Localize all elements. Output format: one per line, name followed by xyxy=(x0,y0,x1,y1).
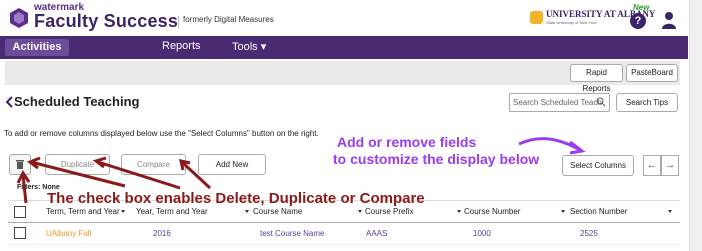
delete-button[interactable] xyxy=(9,154,31,175)
sub-toolbar: Rapid Reports PasteBoard xyxy=(5,61,680,93)
cell-course-name: test Course Name xyxy=(260,229,325,238)
rapid-reports-button[interactable]: Rapid Reports xyxy=(570,64,623,93)
checkbox-annotation: The check box enables Delete, Duplicate … xyxy=(47,190,425,207)
search-input[interactable]: Search Scheduled Teach xyxy=(509,93,610,112)
nav-tools[interactable]: Tools ▾ xyxy=(232,40,266,53)
table-row[interactable]: UAlbany Fall 2016 test Course Name AAAS … xyxy=(8,222,680,245)
search-icon xyxy=(596,97,606,107)
sort-arrow-icon xyxy=(668,210,672,213)
trash-icon xyxy=(16,160,24,169)
cell-section-number: 2525 xyxy=(580,229,598,238)
university-logo: UNIVERSITY AT ALBANY State University of… xyxy=(530,9,655,29)
cell-course-number: 1000 xyxy=(473,229,491,238)
add-new-button[interactable]: Add New xyxy=(198,154,266,175)
cell-course-prefix: AAAS xyxy=(366,229,388,238)
sort-arrow-icon xyxy=(457,210,461,213)
university-subtitle: State University of New York xyxy=(546,20,597,25)
cell-year: 2016 xyxy=(153,229,171,238)
page-scrollbar[interactable] xyxy=(689,0,702,251)
pasteboard-button[interactable]: PasteBoard xyxy=(626,64,678,82)
sort-arrow-icon xyxy=(561,210,565,213)
sort-arrow-icon xyxy=(245,210,249,213)
cell-term[interactable]: UAlbany Fall xyxy=(46,229,91,238)
duplicate-button[interactable]: Duplicate xyxy=(45,154,110,175)
user-icon[interactable] xyxy=(662,11,676,29)
sort-arrow-icon xyxy=(358,210,362,213)
brand-divider xyxy=(178,16,179,28)
prev-page-button[interactable]: ← xyxy=(643,155,661,176)
brand-name[interactable]: Faculty Success xyxy=(34,11,178,32)
search-placeholder: Search Scheduled Teach xyxy=(513,98,602,107)
callout-line-1: Add or remove fields xyxy=(337,134,477,150)
select-columns-button[interactable]: Select Columns xyxy=(562,155,634,176)
watermark-logo-icon xyxy=(10,8,28,28)
callout-line-2: to customize the display below xyxy=(333,151,540,167)
university-shield-icon xyxy=(530,11,543,24)
row-checkbox[interactable] xyxy=(14,227,26,239)
help-icon[interactable]: ? xyxy=(630,13,646,29)
top-bar: watermark Faculty Success formerly Digit… xyxy=(0,0,688,37)
main-nav: Activities Reports Tools ▾ xyxy=(0,36,688,59)
nav-reports[interactable]: Reports xyxy=(162,40,201,52)
search-tips-button[interactable]: Search Tips xyxy=(616,93,678,112)
sort-arrow-icon xyxy=(121,210,125,213)
new-badge: New xyxy=(633,3,650,12)
next-page-button[interactable]: → xyxy=(661,155,679,176)
page-title: Scheduled Teaching xyxy=(14,94,140,109)
nav-activities[interactable]: Activities xyxy=(5,39,69,56)
brand-formerly: formerly Digital Measures xyxy=(183,15,274,24)
instructions-text: To add or remove columns displayed below… xyxy=(4,129,319,138)
compare-button[interactable]: Compare xyxy=(121,154,186,175)
